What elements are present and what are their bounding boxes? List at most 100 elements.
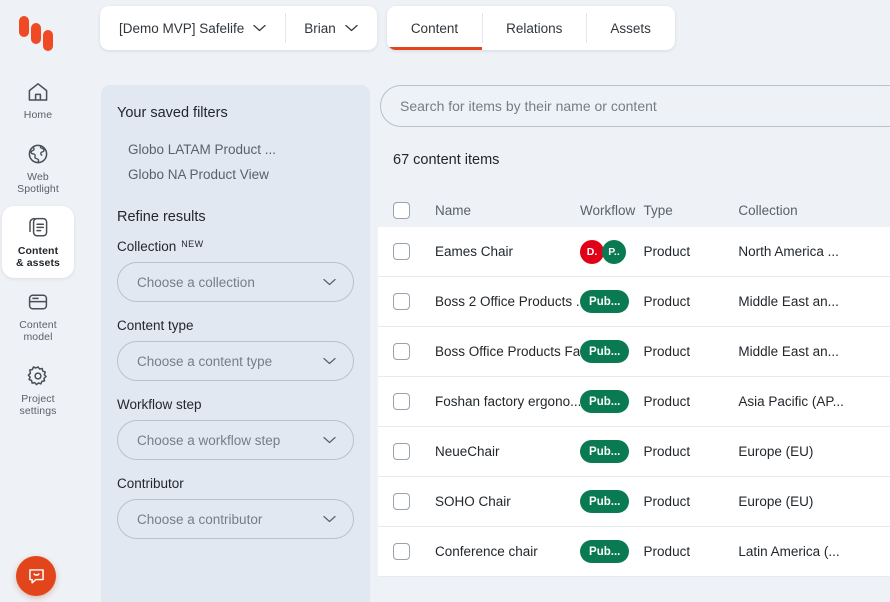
row-checkbox[interactable] <box>393 443 410 460</box>
item-name[interactable]: SOHO Chair <box>410 494 580 509</box>
table-row[interactable]: Conference chair Pub... Product Latin Ameri… <box>378 527 890 577</box>
logo-bar-2 <box>31 23 41 44</box>
tab-assets[interactable]: Assets <box>586 6 675 50</box>
table-row[interactable]: NeueChair Pub... Product Europe (EU) <box>378 427 890 477</box>
item-workflow: D. P.. <box>580 239 644 264</box>
item-name[interactable]: Boss 2 Office Products ... <box>410 294 580 309</box>
row-checkbox[interactable] <box>393 393 410 410</box>
sidebar-item-content-model[interactable]: Content model <box>2 280 74 352</box>
item-type: Product <box>643 244 691 259</box>
item-collection: Asia Pacific (AP... <box>738 394 844 409</box>
section-tabs: Content Relations Assets <box>386 6 675 50</box>
item-name[interactable]: Boss Office Products Fa... <box>410 344 580 359</box>
workflow-status-badge[interactable]: Pub... <box>580 340 630 363</box>
filter-label-content-type: Content type <box>117 318 354 333</box>
item-collection: Middle East an... <box>738 294 839 309</box>
item-workflow: Pub... <box>580 540 644 563</box>
sidebar-item-content-and-assets[interactable]: Content & assets <box>2 205 74 278</box>
item-workflow: Pub... <box>580 440 644 463</box>
logo-bar-3 <box>43 30 53 51</box>
item-name[interactable]: NeueChair <box>410 444 580 459</box>
item-workflow: Pub... <box>580 340 644 363</box>
chevron-down-icon <box>345 24 358 32</box>
saved-filter-item[interactable]: Globo LATAM Product ... <box>117 137 354 162</box>
table-row[interactable]: Boss 2 Office Products ... Pub... Product M… <box>378 277 890 327</box>
chat-smile-icon <box>28 568 44 584</box>
rail-item-list: Home Web Spotlight Content & assets Content… <box>0 70 76 426</box>
workflow-status-badge[interactable]: Pub... <box>580 490 630 513</box>
new-badge: NEW <box>181 239 204 249</box>
project-selector[interactable]: [Demo MVP] Safelife <box>100 6 285 50</box>
support-chat-button[interactable] <box>16 556 56 596</box>
item-name[interactable]: Eames Chair <box>410 244 580 259</box>
table-row[interactable]: Eames Chair D. P.. Product North America ... <box>378 227 890 277</box>
sidebar-item-label: Content & assets <box>16 244 60 270</box>
row-checkbox[interactable] <box>393 243 410 260</box>
results-count: 67 content items <box>393 152 500 168</box>
row-checkbox[interactable] <box>393 493 410 510</box>
column-header-name[interactable]: Name <box>410 203 580 218</box>
sidebar-item-home[interactable]: Home <box>2 70 74 130</box>
workflow-status-badge[interactable]: Pub... <box>580 540 630 563</box>
environment-selector[interactable]: Brian <box>285 6 377 50</box>
filter-label-text: Content type <box>117 318 194 333</box>
table-row[interactable]: Boss Office Products Fa... Pub... Product M… <box>378 327 890 377</box>
sidebar-item-project-settings[interactable]: Project settings <box>2 354 74 426</box>
select-all-checkbox[interactable] <box>393 201 410 219</box>
item-collection: Europe (EU) <box>738 494 814 509</box>
workflow-dot: D. <box>580 239 605 264</box>
item-workflow: Pub... <box>580 290 644 313</box>
content-stack-icon <box>25 215 51 241</box>
table-row[interactable]: Foshan factory ergono... Pub... Product Asi… <box>378 377 890 427</box>
column-header-workflow[interactable]: Workflow <box>580 203 644 218</box>
item-collection: Latin America (... <box>738 544 840 559</box>
gear-icon <box>25 363 51 389</box>
filter-select-content-type[interactable]: Choose a content type <box>117 341 354 381</box>
filter-label-text: Workflow step <box>117 397 202 412</box>
saved-filter-item[interactable]: Globo NA Product View <box>117 162 354 187</box>
row-checkbox[interactable] <box>393 343 410 360</box>
workflow-status-badge[interactable]: Pub... <box>580 440 630 463</box>
item-type: Product <box>643 344 691 359</box>
filters-panel: Your saved filters Globo LATAM Product .… <box>101 85 370 602</box>
sidebar-item-web-spotlight[interactable]: Web Spotlight <box>2 132 74 204</box>
globe-icon <box>25 141 51 167</box>
item-name[interactable]: Conference chair <box>410 544 580 559</box>
tab-content[interactable]: Content <box>386 6 483 50</box>
filter-label-workflow-step: Workflow step <box>117 397 354 412</box>
filter-select-placeholder: Choose a contributor <box>137 511 263 527</box>
content-items-panel: 67 content items Name Workflow Type Coll… <box>378 85 890 602</box>
workflow-status-badge[interactable]: Pub... <box>580 290 630 313</box>
row-checkbox[interactable] <box>393 293 410 310</box>
column-header-type[interactable]: Type <box>644 203 739 218</box>
context-switcher-group: [Demo MVP] Safelife Brian <box>100 6 377 50</box>
workflow-status-badge[interactable]: Pub... <box>580 390 630 413</box>
item-name[interactable]: Foshan factory ergono... <box>410 394 580 409</box>
item-type: Product <box>643 394 691 409</box>
filter-select-collection[interactable]: Choose a collection <box>117 262 354 302</box>
filter-label-collection: Collection NEW <box>117 239 354 254</box>
row-checkbox[interactable] <box>393 543 410 560</box>
item-type: Product <box>643 294 691 309</box>
chevron-down-icon <box>323 357 336 365</box>
filter-group: Content type Choose a content type <box>117 318 354 381</box>
column-header-collection[interactable]: Collection <box>738 203 890 218</box>
kontent-ai-logo[interactable] <box>15 14 61 51</box>
search-input[interactable] <box>400 98 890 114</box>
saved-filters-list: Globo LATAM Product ... Globo NA Product … <box>117 137 354 187</box>
chevron-down-icon <box>253 24 266 32</box>
filter-select-placeholder: Choose a content type <box>137 353 273 369</box>
filter-select-placeholder: Choose a collection <box>137 274 255 290</box>
filter-label-text: Collection <box>117 239 177 254</box>
filter-group: Collection NEW Choose a collection <box>117 239 354 302</box>
item-workflow: Pub... <box>580 390 644 413</box>
table-row[interactable]: SOHO Chair Pub... Product Europe (EU) <box>378 477 890 527</box>
filter-group: Workflow step Choose a workflow step <box>117 397 354 460</box>
tab-relations[interactable]: Relations <box>482 6 586 50</box>
filter-select-contributor[interactable]: Choose a contributor <box>117 499 354 539</box>
sidebar-item-label: Content model <box>19 318 57 344</box>
search-box[interactable] <box>380 85 890 127</box>
filter-label-text: Contributor <box>117 476 184 491</box>
workflow-status-dots[interactable]: D. P.. <box>580 239 644 264</box>
filter-select-workflow-step[interactable]: Choose a workflow step <box>117 420 354 460</box>
